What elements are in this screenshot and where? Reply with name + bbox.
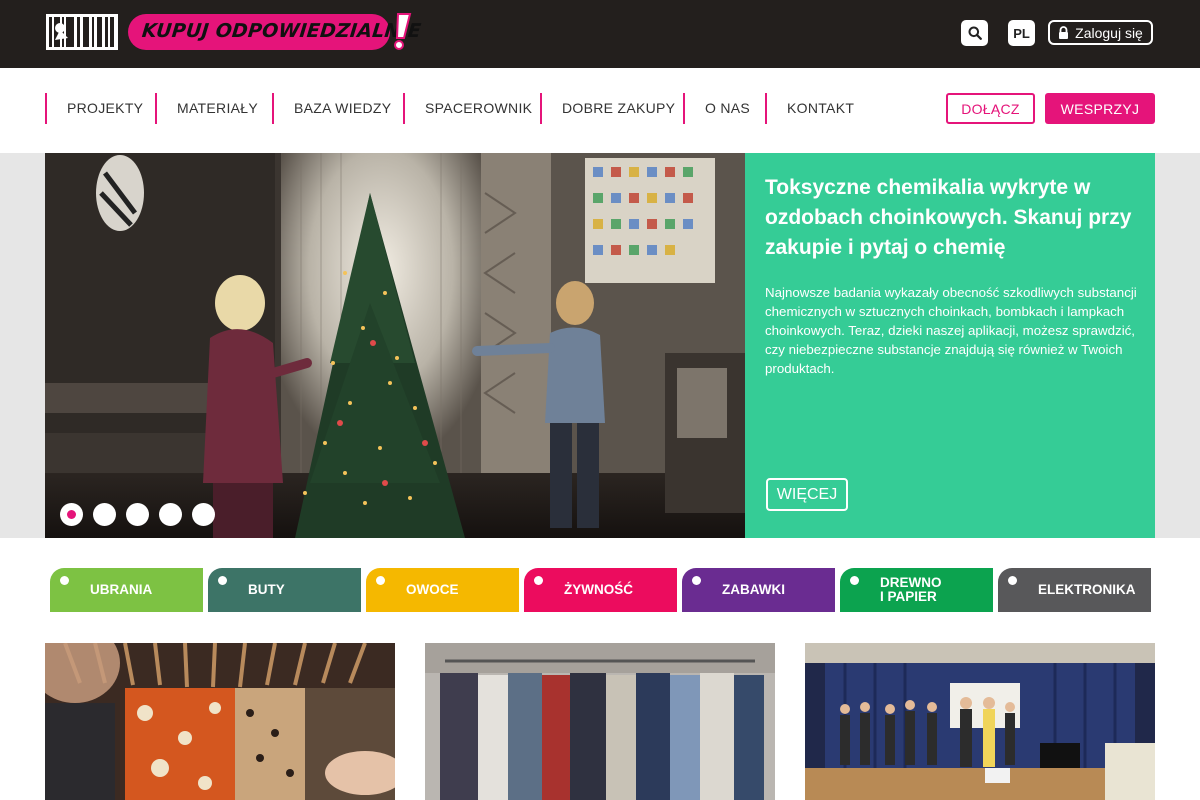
category-label: ŻYWNOŚĆ: [564, 582, 633, 597]
category-dot-icon: [1008, 576, 1017, 585]
login-label: Zaloguj się: [1075, 24, 1143, 41]
category-dot-icon: [534, 576, 543, 585]
clothing-rail-photo: [425, 643, 775, 800]
category-dot-icon: [60, 576, 69, 585]
category-elektronika[interactable]: ELEKTRONIKA: [998, 568, 1151, 612]
hero-title[interactable]: Toksyczne chemikalia wykryte w ozdobach …: [765, 173, 1135, 263]
nav-item-materialy[interactable]: MATERIAŁY: [155, 93, 258, 124]
hero-description: Najnowsze badania wykazały obecność szko…: [765, 285, 1137, 376]
language-switch[interactable]: PL: [1008, 20, 1035, 46]
lock-icon: [1059, 26, 1069, 39]
main-navigation: PROJEKTY MATERIAŁY BAZA WIEDZY SPACEROWN…: [0, 68, 1200, 153]
category-drewno-i-papier[interactable]: DREWNO I PAPIER: [840, 568, 993, 612]
nav-item-spacerownik[interactable]: SPACEROWNIK: [403, 93, 532, 124]
slider-dot-1[interactable]: [60, 503, 83, 526]
slider-dot-4[interactable]: [159, 503, 182, 526]
hero-more-button[interactable]: WIĘCEJ: [766, 478, 848, 511]
support-button[interactable]: WESPRZYJ: [1045, 93, 1155, 124]
hero-slide-image[interactable]: [45, 153, 745, 538]
logo-text: KUPUJ ODPOWIEDZIALNIE: [140, 20, 423, 42]
article-card-2[interactable]: [425, 643, 775, 800]
nav-item-o-nas[interactable]: O NAS: [683, 93, 750, 124]
login-button[interactable]: Zaloguj się: [1048, 20, 1153, 45]
category-buty[interactable]: BUTY: [208, 568, 361, 612]
article-card-1[interactable]: [45, 643, 395, 800]
logo-exclamation-icon: [394, 13, 412, 50]
category-owoce[interactable]: OWOCE: [366, 568, 519, 612]
category-label: ELEKTRONIKA: [1038, 582, 1136, 597]
nav-item-kontakt[interactable]: KONTAKT: [765, 93, 854, 124]
slider-dot-3[interactable]: [126, 503, 149, 526]
search-button[interactable]: [961, 20, 988, 46]
category-zywnosc[interactable]: ŻYWNOŚĆ: [524, 568, 677, 612]
slider-dot-5[interactable]: [192, 503, 215, 526]
category-label: BUTY: [248, 582, 285, 597]
logo-barcode-icon[interactable]: [46, 14, 118, 50]
category-label: UBRANIA: [90, 582, 153, 597]
top-bar: KUPUJ ODPOWIEDZIALNIE ! PL Zaloguj się: [0, 0, 1200, 68]
stage-event-photo: [805, 643, 1155, 800]
category-dot-icon: [850, 576, 859, 585]
category-dot-icon: [692, 576, 701, 585]
category-label: ZABAWKI: [722, 582, 785, 597]
slider-dot-2[interactable]: [93, 503, 116, 526]
nav-item-projekty[interactable]: PROJEKTY: [45, 93, 143, 124]
search-icon: [968, 26, 982, 40]
christmas-tree-photo: [45, 153, 745, 538]
nav-item-baza-wiedzy[interactable]: BAZA WIEDZY: [272, 93, 391, 124]
slider-dots: [60, 503, 215, 526]
nav-item-dobre-zakupy[interactable]: DOBRE ZAKUPY: [540, 93, 675, 124]
category-label: DREWNO I PAPIER: [880, 575, 942, 604]
category-zabawki[interactable]: ZABAWKI: [682, 568, 835, 612]
category-dot-icon: [376, 576, 385, 585]
category-label: OWOCE: [406, 582, 459, 597]
article-card-3[interactable]: [805, 643, 1155, 800]
category-dot-icon: [218, 576, 227, 585]
join-button[interactable]: DOŁĄCZ: [946, 93, 1035, 124]
clothes-rack-photo: [45, 643, 395, 800]
category-ubrania[interactable]: UBRANIA: [50, 568, 203, 612]
